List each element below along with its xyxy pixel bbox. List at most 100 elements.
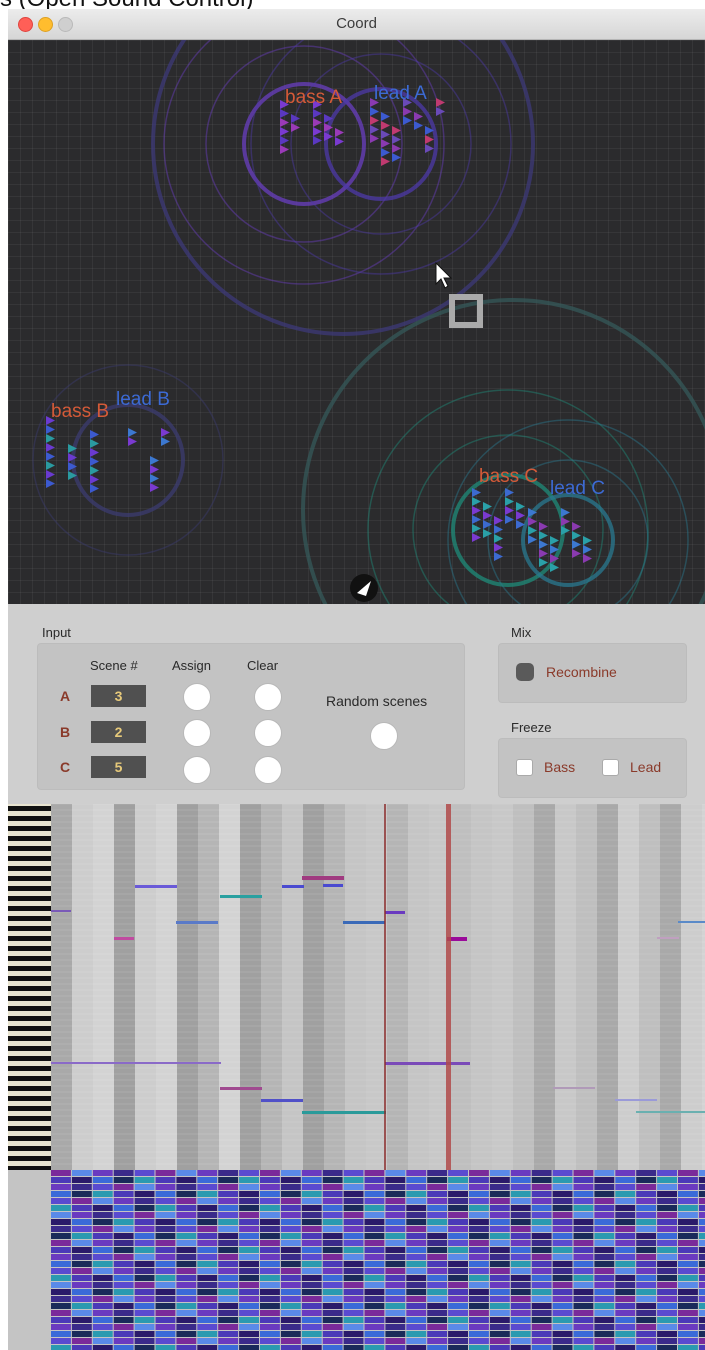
assign-button-c[interactable] (183, 756, 211, 784)
heatmap-cell (615, 1317, 636, 1323)
heatmap-cell (510, 1268, 531, 1274)
clear-button-b[interactable] (254, 719, 282, 747)
heatmap-cell (448, 1303, 468, 1309)
freeze-bass-checkbox[interactable] (516, 759, 533, 776)
scene-column-header: Scene # (90, 658, 138, 673)
heatmap-cell (510, 1282, 531, 1288)
roll-column (282, 804, 303, 1170)
heatmap-cell (636, 1219, 657, 1225)
heatmap-cell (260, 1205, 280, 1211)
heatmap-cell (364, 1233, 385, 1239)
note-glyph (494, 516, 503, 525)
voice-field[interactable] (8, 40, 705, 604)
heatmap-cell (176, 1317, 197, 1323)
clear-button-a[interactable] (254, 683, 282, 711)
assign-button-a[interactable] (183, 683, 211, 711)
piano-black-key (8, 956, 51, 961)
heatmap-cell (197, 1261, 218, 1267)
roll-column (219, 804, 240, 1170)
piano-black-key (8, 866, 51, 871)
piano-roll-grid[interactable] (8, 804, 705, 1170)
heatmap-cell (594, 1282, 615, 1288)
heatmap-cell (51, 1247, 71, 1253)
scene-field-c[interactable]: 5 (91, 756, 146, 778)
note-glyph (280, 127, 289, 136)
heatmap-cell (92, 1289, 113, 1295)
heatmap-cell (698, 1205, 705, 1211)
heatmap-cell (280, 1191, 301, 1197)
heatmap-cell (239, 1303, 259, 1309)
heatmap-cell (301, 1177, 322, 1183)
heatmap-cell (406, 1219, 427, 1225)
heatmap-cell (92, 1184, 113, 1190)
heatmap-cell (594, 1303, 615, 1309)
heatmap-cell (698, 1289, 705, 1295)
heatmap-cell (239, 1205, 259, 1211)
heatmap-cell (552, 1261, 573, 1267)
heatmap-cell (427, 1324, 448, 1330)
heatmap-cell (615, 1338, 636, 1344)
heatmap-cell (134, 1268, 155, 1274)
random-scenes-button[interactable] (370, 722, 398, 750)
heatmap-cell (197, 1198, 218, 1204)
note-glyph (150, 474, 159, 483)
heatmap-cell (260, 1275, 280, 1281)
heatmap-cell (385, 1331, 406, 1337)
heatmap-cell (698, 1268, 705, 1274)
note-glyph (381, 139, 390, 148)
heatmap-cell (92, 1303, 113, 1309)
heatmap-cell (343, 1275, 364, 1281)
heatmap-cell (615, 1268, 636, 1274)
heatmap-cell (698, 1275, 705, 1281)
heatmap-cell (636, 1184, 657, 1190)
assign-button-b[interactable] (183, 719, 211, 747)
heatmap-cell (113, 1177, 134, 1183)
note-glyph (313, 136, 322, 145)
heatmap-cell (406, 1303, 427, 1309)
piano-roll[interactable] (8, 804, 705, 1170)
heatmap-cell (594, 1184, 615, 1190)
note-glyph (425, 135, 434, 144)
scene-field-b[interactable]: 2 (91, 721, 146, 743)
piano-black-key (8, 826, 51, 831)
heatmap-cell (594, 1261, 615, 1267)
note-glyph (381, 121, 390, 130)
clear-button-c[interactable] (254, 756, 282, 784)
heatmap-cell (678, 1212, 698, 1218)
freeze-lead-checkbox[interactable] (602, 759, 619, 776)
heatmap-cell (427, 1261, 448, 1267)
heatmap-cell (218, 1219, 239, 1225)
scene-canvas[interactable]: bass A lead A bass B lead B bass C lead … (8, 40, 705, 604)
piano-black-key (8, 1156, 51, 1161)
heatmap-cell (406, 1191, 427, 1197)
heatmap-cell (469, 1184, 489, 1190)
heatmap-cell (531, 1303, 552, 1309)
note-glyph (436, 98, 445, 107)
heatmap-cell (218, 1184, 239, 1190)
heatmap-cell (260, 1324, 280, 1330)
note-block (176, 921, 218, 924)
heatmap-cell (427, 1268, 448, 1274)
heatmap-cell (51, 1191, 71, 1197)
note-block (51, 1062, 221, 1064)
note-glyph (539, 540, 548, 549)
heatmap-cell (71, 1296, 92, 1302)
heatmap-cell (594, 1275, 615, 1281)
heatmap-cell (615, 1275, 636, 1281)
heatmap-cell (385, 1170, 406, 1176)
heatmap-cell (322, 1345, 343, 1350)
heatmap-cell (51, 1184, 71, 1190)
heatmap-cell (322, 1191, 343, 1197)
heatmap-cell (552, 1338, 573, 1344)
recombine-button[interactable] (516, 663, 534, 681)
piano-black-key (8, 1086, 51, 1091)
heatmap-cell (322, 1310, 343, 1316)
heatmap-cell (573, 1233, 594, 1239)
scene-field-a[interactable]: 3 (91, 685, 146, 707)
heatmap-cell (489, 1338, 510, 1344)
heatmap-cell (531, 1296, 552, 1302)
heatmap-cell (260, 1170, 280, 1176)
heatmap-cell (678, 1324, 698, 1330)
note-glyph (90, 439, 99, 448)
heatmap-cell (51, 1275, 71, 1281)
